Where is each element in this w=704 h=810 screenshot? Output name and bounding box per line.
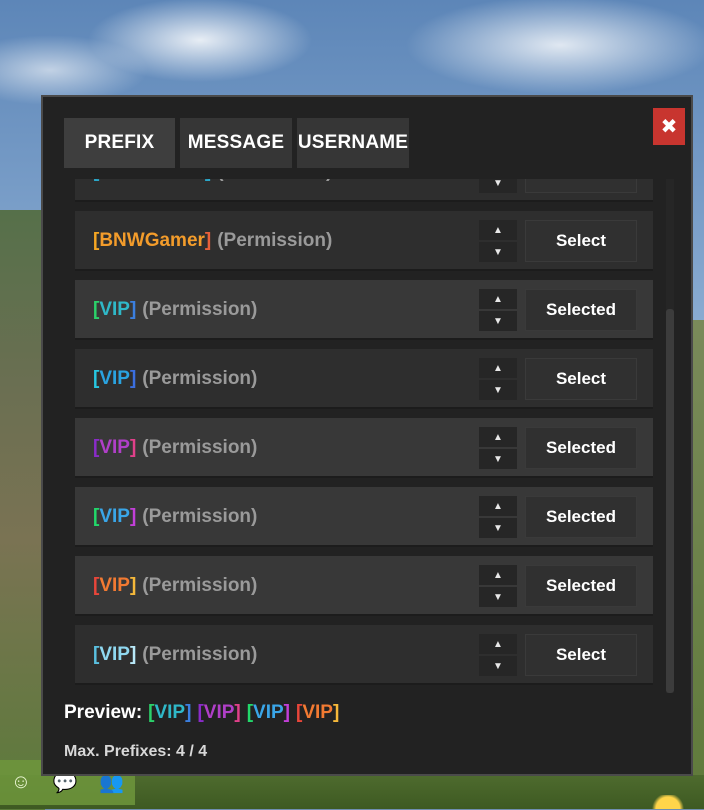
reorder-arrows: ▲▼	[479, 565, 517, 607]
preview-label: Preview:	[64, 702, 143, 723]
reorder-arrows: ▲▼	[479, 289, 517, 331]
prefix-row: [VIP] (Permission) ▲ ▼ Selected	[75, 418, 653, 478]
move-up-icon[interactable]: ▲	[479, 496, 517, 516]
prefix-tag-segment: ]	[129, 299, 137, 320]
preview-tag-segment: VIP	[253, 702, 284, 723]
reorder-arrows: ▲▼	[479, 358, 517, 400]
prefix-tag-segment: VIP	[99, 644, 130, 665]
prefix-row: [VIP] (Permission) ▲ ▼ Selected	[75, 280, 653, 340]
move-up-icon[interactable]: ▲	[479, 289, 517, 309]
prefix-row: [BNWGamer] (Permission) ▲▼ Select	[75, 179, 653, 202]
permission-label: (Permission)	[217, 230, 333, 251]
preview-tag-segment: VIP	[302, 702, 333, 723]
prefix-tag: [VIP] (Permission)	[93, 280, 257, 340]
scrollbar-thumb[interactable]	[666, 309, 674, 693]
permission-label: (Permission)	[217, 179, 332, 183]
permission-label: (Permission)	[142, 506, 258, 527]
prefix-tag: [VIP] (Permission)	[93, 487, 257, 547]
preview-line: Preview: [VIP] [VIP] [VIP] [VIP]	[64, 702, 339, 724]
prefix-tag-segment: VIP	[99, 299, 130, 320]
prefix-tag-segment: VIP	[99, 437, 130, 458]
preview-tag-segment: ]	[283, 702, 290, 723]
prefix-tag-segment: VIP	[99, 368, 130, 389]
prefix-tag-segment: ]	[204, 230, 212, 251]
prefix-row: [VIP] (Permission) ▲ ▼ Selected	[75, 487, 653, 547]
select-button[interactable]: Selected	[525, 496, 637, 538]
terrain-left	[0, 210, 45, 810]
reorder-arrows: ▲▼	[479, 179, 517, 193]
move-down-icon[interactable]: ▼	[479, 449, 517, 469]
prefix-tag: [BNWGamer] (Permission)	[93, 179, 332, 202]
select-button[interactable]: Select	[525, 358, 637, 400]
select-button[interactable]: Select	[525, 220, 637, 262]
select-button[interactable]: Selected	[525, 565, 637, 607]
move-down-icon[interactable]: ▼	[479, 179, 517, 193]
move-down-icon[interactable]: ▼	[479, 656, 517, 676]
close-button[interactable]: ✖	[653, 108, 685, 145]
select-button[interactable]: Select	[525, 179, 637, 193]
move-up-icon[interactable]: ▲	[479, 634, 517, 654]
move-down-icon[interactable]: ▼	[479, 518, 517, 538]
move-up-icon[interactable]: ▲	[479, 358, 517, 378]
preview-tag-segment: VIP	[203, 702, 235, 723]
prefix-tag-segment: VIP	[99, 506, 130, 527]
prefix-tag-segment: ]	[129, 368, 137, 389]
preview-tag-segment: VIP	[154, 702, 186, 723]
prefix-row: [BNWGamer](Permission)▲▼Select	[75, 211, 653, 271]
permission-label: (Permission)	[142, 575, 258, 596]
move-up-icon[interactable]: ▲	[479, 220, 517, 240]
preview-tag-segment: ]	[234, 702, 241, 723]
prefix-row: [VIP] (Permission) ▲ ▼ Selected	[75, 556, 653, 616]
preview-tag-segment: ]	[185, 702, 192, 723]
preview-tag: [VIP]	[197, 702, 240, 724]
permission-label: (Permission)	[142, 437, 258, 458]
prefix-tag-segment: ]	[129, 437, 137, 458]
move-up-icon[interactable]: ▲	[479, 565, 517, 585]
prefix-tag: [BNWGamer](Permission)	[93, 211, 332, 271]
tab-message[interactable]: MESSAGE	[180, 118, 292, 168]
select-button[interactable]: Select	[525, 634, 637, 676]
permission-label: (Permission)	[142, 644, 258, 665]
scrollbar[interactable]	[666, 179, 674, 693]
prefix-window: PREFIX MESSAGE USERNAME ✖ [BNWGamer] (Per…	[41, 95, 693, 776]
sun-icon	[652, 795, 684, 809]
preview-tag-segment: ]	[332, 702, 340, 723]
prefix-tag-segment: ]	[129, 575, 137, 596]
move-up-icon[interactable]: ▲	[479, 427, 517, 447]
prefix-tag-segment: BNWGamer	[99, 230, 205, 251]
prefix-row: [VIP] (Permission) ▲ ▼ Select	[75, 625, 653, 685]
preview-tag: [VIP]	[148, 702, 191, 724]
prefix-tag: [VIP] (Permission)	[93, 418, 257, 478]
permission-label: (Permission)	[142, 368, 258, 389]
select-button[interactable]: Selected	[525, 289, 637, 331]
prefix-row: [VIP] (Permission) ▲ ▼ Select	[75, 349, 653, 409]
smile-icon[interactable]: ☺	[11, 771, 31, 794]
prefix-tag-segment: [BNWGamer]	[93, 179, 211, 183]
move-down-icon[interactable]: ▼	[479, 380, 517, 400]
permission-label: (Permission)	[142, 299, 258, 320]
move-down-icon[interactable]: ▼	[479, 587, 517, 607]
prefix-list: [BNWGamer](Permission)▲▼Select[BNWGamer]…	[75, 179, 653, 689]
preview-tags: [VIP] [VIP] [VIP] [VIP]	[148, 702, 339, 724]
tab-username[interactable]: USERNAME	[297, 118, 409, 168]
reorder-arrows: ▲▼	[479, 427, 517, 469]
prefix-tag: [VIP] (Permission)	[93, 349, 257, 409]
prefix-tag-segment: ]	[129, 644, 137, 665]
reorder-arrows: ▲▼	[479, 496, 517, 538]
preview-tag: [VIP]	[296, 702, 339, 724]
move-down-icon[interactable]: ▼	[479, 311, 517, 331]
move-down-icon[interactable]: ▼	[479, 242, 517, 262]
preview-tag: [VIP]	[247, 702, 290, 724]
select-button[interactable]: Selected	[525, 427, 637, 469]
reorder-arrows: ▲▼	[479, 634, 517, 676]
prefix-tag: [VIP] (Permission)	[93, 556, 257, 616]
max-prefixes-text: Max. Prefixes: 4 / 4	[64, 743, 208, 760]
reorder-arrows: ▲▼	[479, 220, 517, 262]
tab-prefix[interactable]: PREFIX	[64, 118, 175, 168]
prefix-tag-segment: ]	[129, 506, 137, 527]
tab-bar: PREFIX MESSAGE USERNAME	[64, 118, 409, 168]
prefix-tag: [VIP] (Permission)	[93, 625, 257, 685]
prefix-tag-segment: VIP	[99, 575, 130, 596]
terrain-right	[692, 320, 704, 809]
